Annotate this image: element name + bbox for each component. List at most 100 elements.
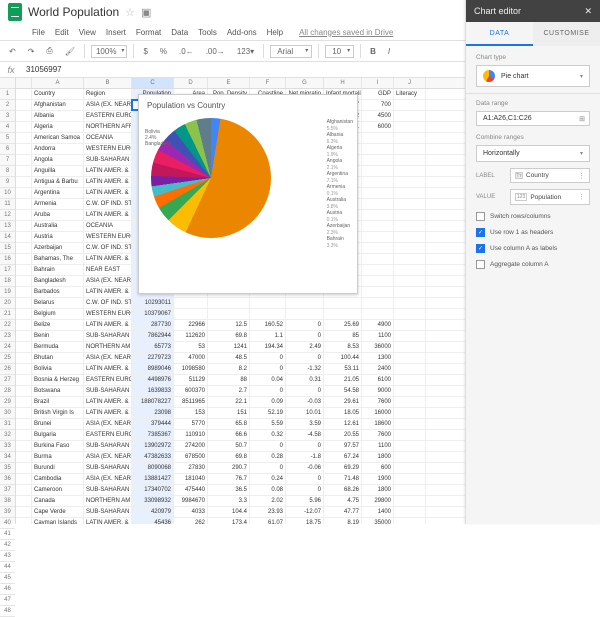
cell[interactable]: 27830 (174, 463, 208, 473)
cell[interactable]: 1400 (362, 507, 394, 517)
row-header[interactable]: 31 (0, 419, 15, 430)
star-icon[interactable]: ☆ (125, 6, 135, 19)
cell[interactable] (394, 342, 426, 352)
cell[interactable]: Bulgaria (32, 430, 84, 440)
cell[interactable]: NEAR EAST (84, 265, 132, 275)
cell[interactable]: -12.07 (286, 507, 324, 517)
col-header[interactable]: J (394, 78, 426, 88)
cell[interactable]: 18600 (362, 419, 394, 429)
cell[interactable]: Burma (32, 452, 84, 462)
cell[interactable]: Bahrain (32, 265, 84, 275)
cell[interactable]: SUB-SAHARAN (84, 463, 132, 473)
row-header[interactable]: 21 (0, 309, 15, 320)
menu-add-ons[interactable]: Add-ons (227, 28, 257, 37)
cell[interactable]: Anguilla (32, 166, 84, 176)
cell[interactable] (394, 199, 426, 209)
col-header[interactable]: G (286, 78, 324, 88)
cell[interactable] (362, 243, 394, 253)
row-header[interactable]: 10 (0, 188, 15, 199)
cell[interactable] (250, 298, 286, 308)
cell[interactable]: 2.7 (208, 386, 250, 396)
cell[interactable] (394, 111, 426, 121)
row-header[interactable]: 14 (0, 232, 15, 243)
cell[interactable]: SUB-SAHARAN (84, 485, 132, 495)
cell[interactable]: 100.44 (324, 353, 362, 363)
cell[interactable] (362, 254, 394, 264)
cell[interactable] (362, 232, 394, 242)
cell[interactable] (394, 188, 426, 198)
cell[interactable]: ASIA (EX. NEAR (84, 452, 132, 462)
cell[interactable]: 2279723 (132, 353, 174, 363)
cell[interactable]: 0.09 (250, 397, 286, 407)
cell[interactable]: 22.1 (208, 397, 250, 407)
cell[interactable]: Aruba (32, 210, 84, 220)
cell[interactable]: Benin (32, 331, 84, 341)
cell[interactable] (250, 309, 286, 319)
col-header[interactable]: F (250, 78, 286, 88)
cell[interactable]: SUB-SAHARAN (84, 331, 132, 341)
cell[interactable] (394, 144, 426, 154)
cell[interactable]: 2.49 (286, 342, 324, 352)
cell[interactable]: 1900 (362, 474, 394, 484)
cell[interactable] (362, 155, 394, 165)
cell[interactable]: 2.02 (250, 496, 286, 506)
cell[interactable]: Brazil (32, 397, 84, 407)
cell[interactable]: 0.08 (250, 485, 286, 495)
cell[interactable] (394, 133, 426, 143)
header-cell[interactable]: Literacy (394, 89, 426, 99)
cell[interactable]: 151 (208, 408, 250, 418)
cell[interactable]: 97.57 (324, 441, 362, 451)
row-header[interactable]: 24 (0, 342, 15, 353)
cell[interactable]: Angola (32, 155, 84, 165)
menu-edit[interactable]: Edit (55, 28, 69, 37)
cell[interactable]: 65773 (132, 342, 174, 352)
row-header[interactable]: 38 (0, 496, 15, 507)
row-header[interactable]: 2 (0, 100, 15, 111)
row-header[interactable]: 33 (0, 441, 15, 452)
row-header[interactable]: 39 (0, 507, 15, 518)
undo-button[interactable]: ↶ (6, 45, 19, 58)
row-header[interactable]: 19 (0, 287, 15, 298)
cell[interactable]: 188078227 (132, 397, 174, 407)
cell[interactable]: 53.11 (324, 364, 362, 374)
cell[interactable]: Bahamas, The (32, 254, 84, 264)
cell[interactable] (362, 133, 394, 143)
cell[interactable]: 0 (286, 485, 324, 495)
cell[interactable]: -1.8 (286, 452, 324, 462)
doc-title[interactable]: World Population (28, 5, 119, 19)
cell[interactable] (394, 254, 426, 264)
cell[interactable]: Argentina (32, 188, 84, 198)
row-header[interactable]: 43 (0, 551, 15, 562)
cell[interactable]: 9984670 (174, 496, 208, 506)
cell[interactable] (362, 210, 394, 220)
cell[interactable]: 7600 (362, 430, 394, 440)
cell[interactable] (362, 265, 394, 275)
cell[interactable]: 88 (208, 375, 250, 385)
cell[interactable]: Algeria (32, 122, 84, 132)
cell[interactable]: 18.75 (286, 518, 324, 524)
cell[interactable]: Burundi (32, 463, 84, 473)
cell[interactable]: 0.31 (286, 375, 324, 385)
cell[interactable]: 51129 (174, 375, 208, 385)
cell[interactable] (394, 155, 426, 165)
paint-format-button[interactable]: 🖌 (62, 45, 78, 58)
col-header[interactable]: D (174, 78, 208, 88)
cell[interactable]: 4500 (362, 111, 394, 121)
decrease-decimal[interactable]: .0← (176, 45, 197, 58)
cell[interactable]: 3.59 (286, 419, 324, 429)
cell[interactable]: WESTERN EURO (84, 144, 132, 154)
cell[interactable] (394, 496, 426, 506)
cell[interactable]: 1.1 (250, 331, 286, 341)
cell[interactable]: 69.8 (208, 331, 250, 341)
cell[interactable]: LATIN AMER. & (84, 177, 132, 187)
cell[interactable]: 45436 (132, 518, 174, 524)
cell[interactable]: SUB-SAHARAN (84, 155, 132, 165)
row-header[interactable]: 17 (0, 265, 15, 276)
combine-ranges-select[interactable]: Horizontally (476, 145, 590, 162)
cell[interactable] (362, 287, 394, 297)
cell[interactable]: 47.77 (324, 507, 362, 517)
cell[interactable]: 3.3 (208, 496, 250, 506)
cell[interactable]: 13902972 (132, 441, 174, 451)
cell[interactable]: 8090068 (132, 463, 174, 473)
increase-decimal[interactable]: .00→ (203, 45, 228, 58)
